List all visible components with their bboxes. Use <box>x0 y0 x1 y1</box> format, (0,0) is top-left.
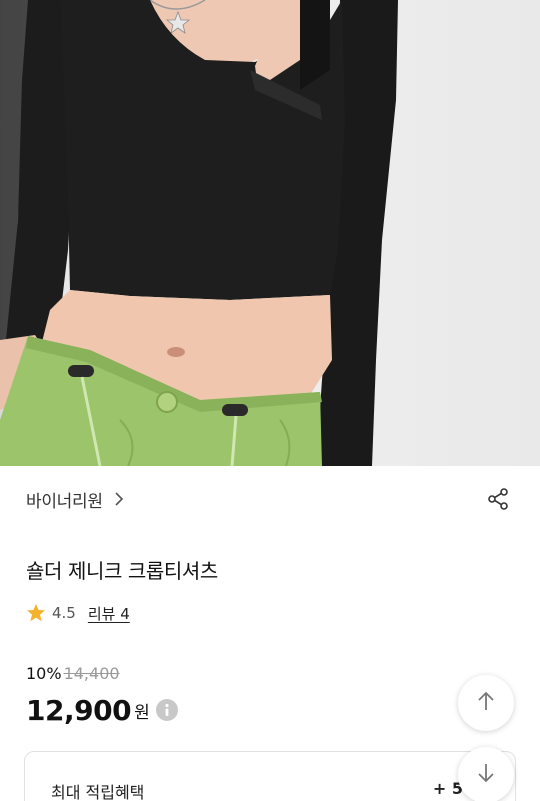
review-link[interactable]: 리뷰 4 <box>88 603 130 624</box>
brand-link[interactable]: 바이너리원 <box>26 487 103 512</box>
scroll-down-button[interactable] <box>458 747 514 801</box>
discount-rate: 10% <box>26 664 62 683</box>
brand-row: 바이너리원 <box>26 479 516 519</box>
chevron-right-icon[interactable] <box>112 492 126 506</box>
original-price: 14,400 <box>63 664 120 683</box>
arrow-up-icon <box>476 690 496 716</box>
product-detail-page: 바이너리원 숄더 제니크 크롭티셔츠 4.5 리뷰 4 10% 14,400 1… <box>0 0 540 801</box>
product-title: 숄더 제니크 크롭티셔츠 <box>26 559 218 583</box>
share-icon[interactable] <box>484 485 512 513</box>
reward-label: 최대 적립혜택 <box>51 783 145 801</box>
scroll-top-button[interactable] <box>458 675 514 731</box>
currency-label: 원 <box>134 702 150 723</box>
discount-row: 10% 14,400 <box>26 664 178 688</box>
rating-score: 4.5 <box>52 604 76 622</box>
price-block: 10% 14,400 12,900 원 <box>26 664 178 728</box>
sale-row: 12,900 원 <box>26 692 178 728</box>
star-icon <box>26 603 46 623</box>
product-image[interactable] <box>0 0 540 466</box>
info-icon[interactable] <box>155 699 178 721</box>
product-photo <box>0 0 398 466</box>
rating-row: 4.5 리뷰 4 <box>26 601 130 625</box>
sale-price: 12,900 <box>26 693 132 727</box>
arrow-down-icon <box>476 762 496 788</box>
reward-box[interactable]: 최대 적립혜택 + 5 <box>24 751 516 801</box>
